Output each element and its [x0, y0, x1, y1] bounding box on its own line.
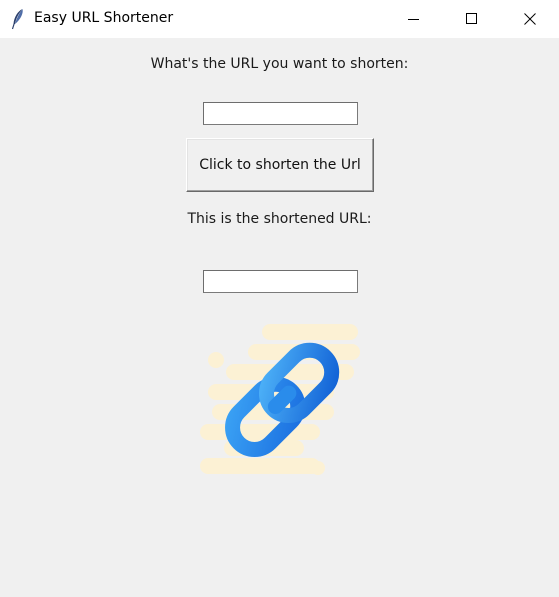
close-icon: [524, 13, 536, 25]
url-input[interactable]: [203, 102, 358, 125]
shorten-url-button[interactable]: Click to shorten the Url: [186, 138, 374, 192]
minimize-icon: [408, 19, 419, 20]
chain-links: [225, 342, 340, 457]
shortened-url-label: This is the shortened URL:: [187, 211, 372, 227]
feather-icon: [11, 9, 23, 30]
maximize-button[interactable]: [443, 0, 501, 38]
minimize-button[interactable]: [385, 0, 443, 38]
maximize-icon: [466, 13, 477, 24]
close-button[interactable]: [501, 0, 559, 38]
shortened-url-field[interactable]: [203, 270, 358, 293]
title-bar[interactable]: Easy URL Shortener: [0, 0, 559, 38]
window-title: Easy URL Shortener: [34, 10, 174, 26]
url-prompt-label: What's the URL you want to shorten:: [150, 56, 409, 72]
chain-link-icon: [200, 324, 360, 475]
app-window: Easy URL Shortener What's the URL you wa…: [0, 0, 559, 597]
